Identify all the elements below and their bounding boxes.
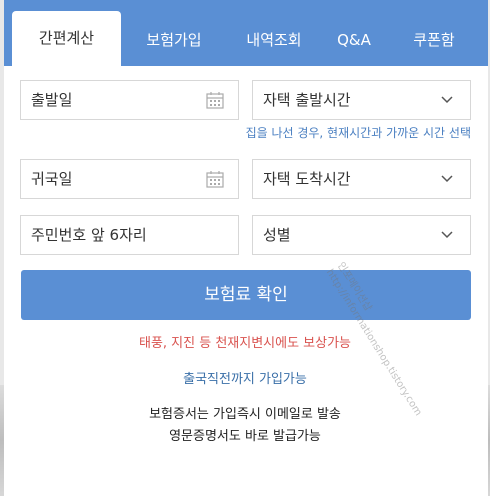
tab-signup[interactable]: 보험가입 xyxy=(124,20,224,60)
chevron-down-icon xyxy=(441,175,453,183)
arrival-time-label: 자택 도착시간 xyxy=(263,170,351,188)
calendar-icon[interactable] xyxy=(206,170,224,188)
tab-quick-calc[interactable]: 간편계산 xyxy=(12,11,121,66)
chevron-down-icon xyxy=(441,231,453,239)
english-certificate-note: 영문증명서도 바로 발급가능 xyxy=(169,429,321,444)
check-premium-button[interactable]: 보험료 확인 xyxy=(21,270,471,320)
tab-qna[interactable]: Q&A xyxy=(314,20,394,60)
gender-select[interactable]: 성별 xyxy=(252,215,471,255)
disaster-coverage-note: 태풍, 지진 등 천재지변시에도 보상가능 xyxy=(138,336,352,351)
departure-time-hint: 집을 나선 경우, 현재시간과 가까운 시간 선택 xyxy=(245,126,471,140)
return-date-field[interactable]: 귀국일 xyxy=(20,159,239,199)
tab-bar: 간편계산 보험가입 내역조회 Q&A 쿠폰함 xyxy=(4,0,488,66)
departure-time-select[interactable]: 자택 출발시간 xyxy=(252,80,471,120)
gender-label: 성별 xyxy=(263,226,291,244)
departure-date-field[interactable]: 출발일 xyxy=(20,80,239,120)
tab-coupons[interactable]: 쿠폰함 xyxy=(389,20,479,60)
arrival-time-select[interactable]: 자택 도착시간 xyxy=(252,159,471,199)
departure-time-label: 자택 출발시간 xyxy=(263,91,351,109)
id-number-placeholder: 주민번호 앞 6자리 xyxy=(31,226,147,244)
id-number-input[interactable]: 주민번호 앞 6자리 xyxy=(20,215,239,255)
tab-history[interactable]: 내역조회 xyxy=(224,20,324,60)
return-date-placeholder: 귀국일 xyxy=(31,170,73,188)
calendar-icon[interactable] xyxy=(206,91,224,109)
departure-date-placeholder: 출발일 xyxy=(31,91,73,109)
chevron-down-icon xyxy=(441,96,453,104)
